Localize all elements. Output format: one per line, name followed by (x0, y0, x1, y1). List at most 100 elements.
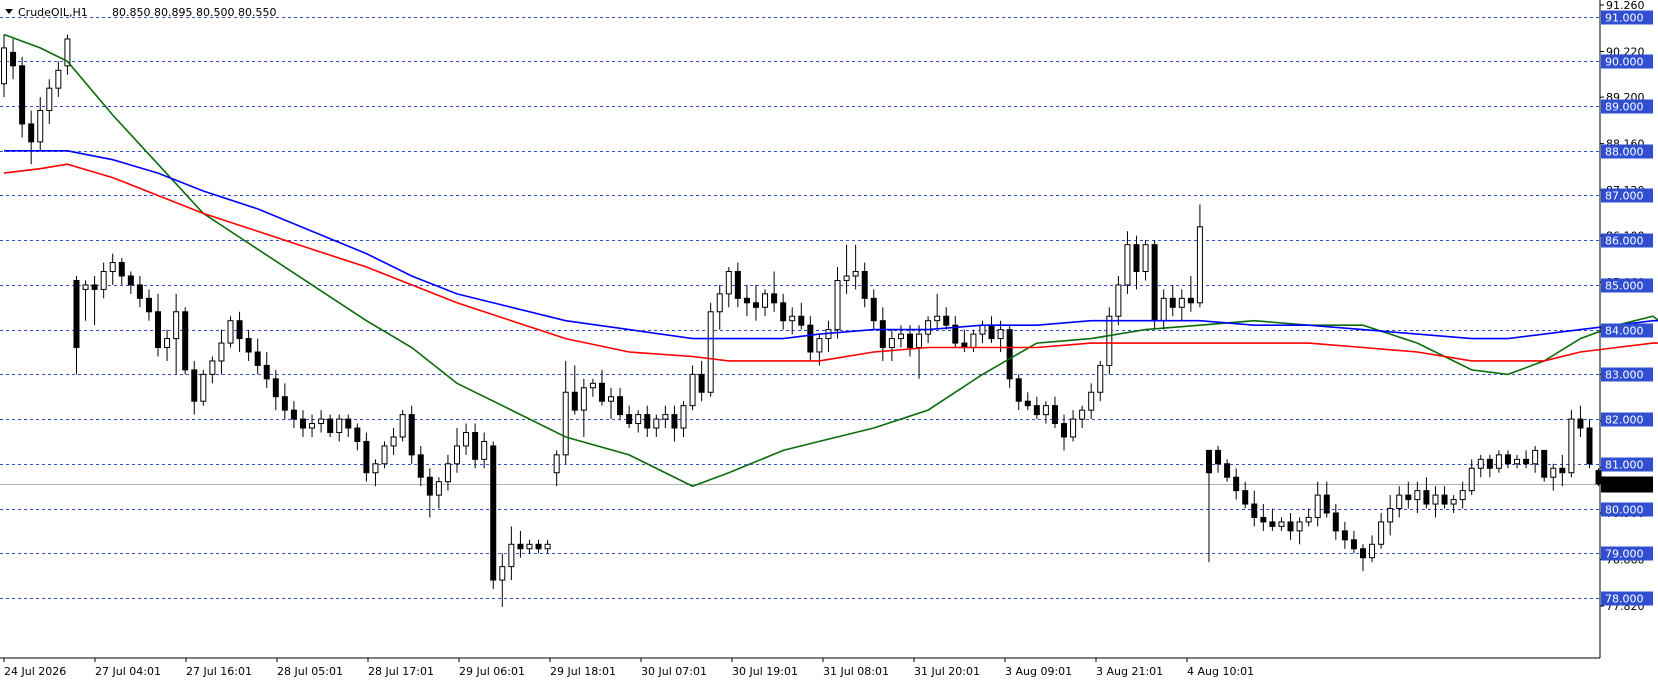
candle-body (426, 476, 433, 496)
candle-body (1360, 548, 1366, 559)
candle-body (1568, 418, 1575, 474)
candle-body (345, 418, 352, 429)
level-label: 82.000 (1605, 414, 1644, 427)
candle-body (1523, 458, 1530, 465)
candle-body (209, 360, 216, 375)
candle-body (1024, 400, 1031, 407)
candle-body (979, 324, 986, 335)
time-tick-label: 3 Aug 21:01 (1096, 665, 1163, 678)
candle-body (671, 414, 678, 429)
level-label: 79.000 (1605, 548, 1644, 561)
candle-body (535, 543, 542, 550)
candle-body (580, 387, 587, 411)
candle-body (1278, 521, 1285, 527)
level-label: 83.000 (1605, 369, 1644, 382)
candle-body (145, 297, 152, 313)
candle-body (318, 418, 325, 425)
candle-body (136, 284, 143, 299)
candle-body (481, 440, 488, 460)
candle-body (290, 409, 297, 420)
time-tick-label: 29 Jul 06:01 (459, 665, 525, 678)
candle-body (888, 338, 895, 349)
candle-body (1387, 508, 1394, 523)
candle-body (118, 262, 125, 277)
candle-body (544, 543, 551, 550)
candle-body (263, 364, 270, 380)
level-label: 90.000 (1605, 56, 1644, 69)
candle-body (1378, 521, 1385, 545)
candle (182, 307, 189, 375)
candle-body (608, 396, 615, 402)
candle-body (227, 320, 234, 344)
candle (1151, 240, 1158, 330)
candle-body (852, 271, 859, 277)
candle-body (879, 320, 886, 349)
candle-body (1133, 244, 1140, 273)
candle-body (752, 302, 759, 308)
candle-body (435, 481, 442, 496)
candle-body (82, 284, 89, 290)
candle-body (571, 391, 578, 411)
candle-body (934, 315, 941, 322)
candle-body (1414, 490, 1421, 501)
candle-body (399, 414, 406, 438)
candle-body (780, 302, 787, 322)
candle-body (1106, 315, 1113, 366)
candle-body (1586, 427, 1593, 465)
candle-body (1314, 494, 1321, 518)
candle-body (191, 369, 198, 402)
candle-body (526, 543, 533, 550)
candle-body (1115, 284, 1122, 317)
candle-body (1459, 490, 1466, 501)
candle-body (1151, 244, 1158, 322)
candle-body (916, 333, 923, 349)
time-tick-label: 3 Aug 09:01 (1005, 665, 1072, 678)
candle-body (1477, 458, 1484, 469)
candle-body (155, 311, 162, 349)
candle (1568, 410, 1575, 478)
candle-body (472, 431, 479, 460)
candle-body (617, 396, 624, 416)
candle-body (1432, 494, 1439, 505)
ohlc-values: 80.850 80.895 80.500 80.550 (112, 6, 276, 19)
candle-body (1015, 378, 1022, 402)
candle-body (816, 338, 823, 353)
candle (408, 405, 415, 464)
candle-body (1504, 454, 1511, 465)
candle-body (1142, 244, 1149, 273)
candle-body (1332, 512, 1339, 532)
candle-body (798, 315, 805, 326)
candle-body (907, 333, 913, 349)
candle-body (336, 418, 343, 433)
current-price-label: 80.550 (1605, 479, 1644, 492)
candle-body (1205, 449, 1212, 474)
candle (399, 410, 406, 442)
candle-body (1033, 405, 1040, 416)
level-label: 87.000 (1605, 190, 1644, 203)
candle-body (562, 391, 569, 456)
chart-header: CrudeOIL,H1 80.850 80.895 80.500 80.550 (5, 6, 276, 19)
candle-body (1550, 467, 1557, 478)
candle-body (1541, 449, 1548, 478)
candle-body (28, 123, 35, 143)
candle-body (725, 271, 732, 295)
candle-body (363, 440, 370, 474)
candle-body (1, 47, 7, 85)
level-label: 86.000 (1605, 235, 1644, 248)
candle-body (1405, 494, 1412, 501)
candle-body (1559, 467, 1566, 474)
price-tick-label: 91.260 (1606, 0, 1645, 12)
candle-body (10, 51, 17, 67)
candle (1106, 307, 1113, 375)
candle-body (1079, 409, 1086, 420)
time-tick-label: 27 Jul 16:01 (186, 665, 252, 678)
candle-body (598, 382, 605, 402)
candle-body (861, 271, 868, 299)
candle-body (454, 445, 460, 465)
price-chart[interactable]: 91.26090.22089.20088.16087.12086.10085.0… (0, 0, 1658, 684)
candle-body (236, 320, 243, 340)
candle-body (299, 418, 306, 429)
candle-body (1215, 449, 1222, 465)
candle (490, 441, 497, 590)
candle-body (1514, 458, 1521, 465)
